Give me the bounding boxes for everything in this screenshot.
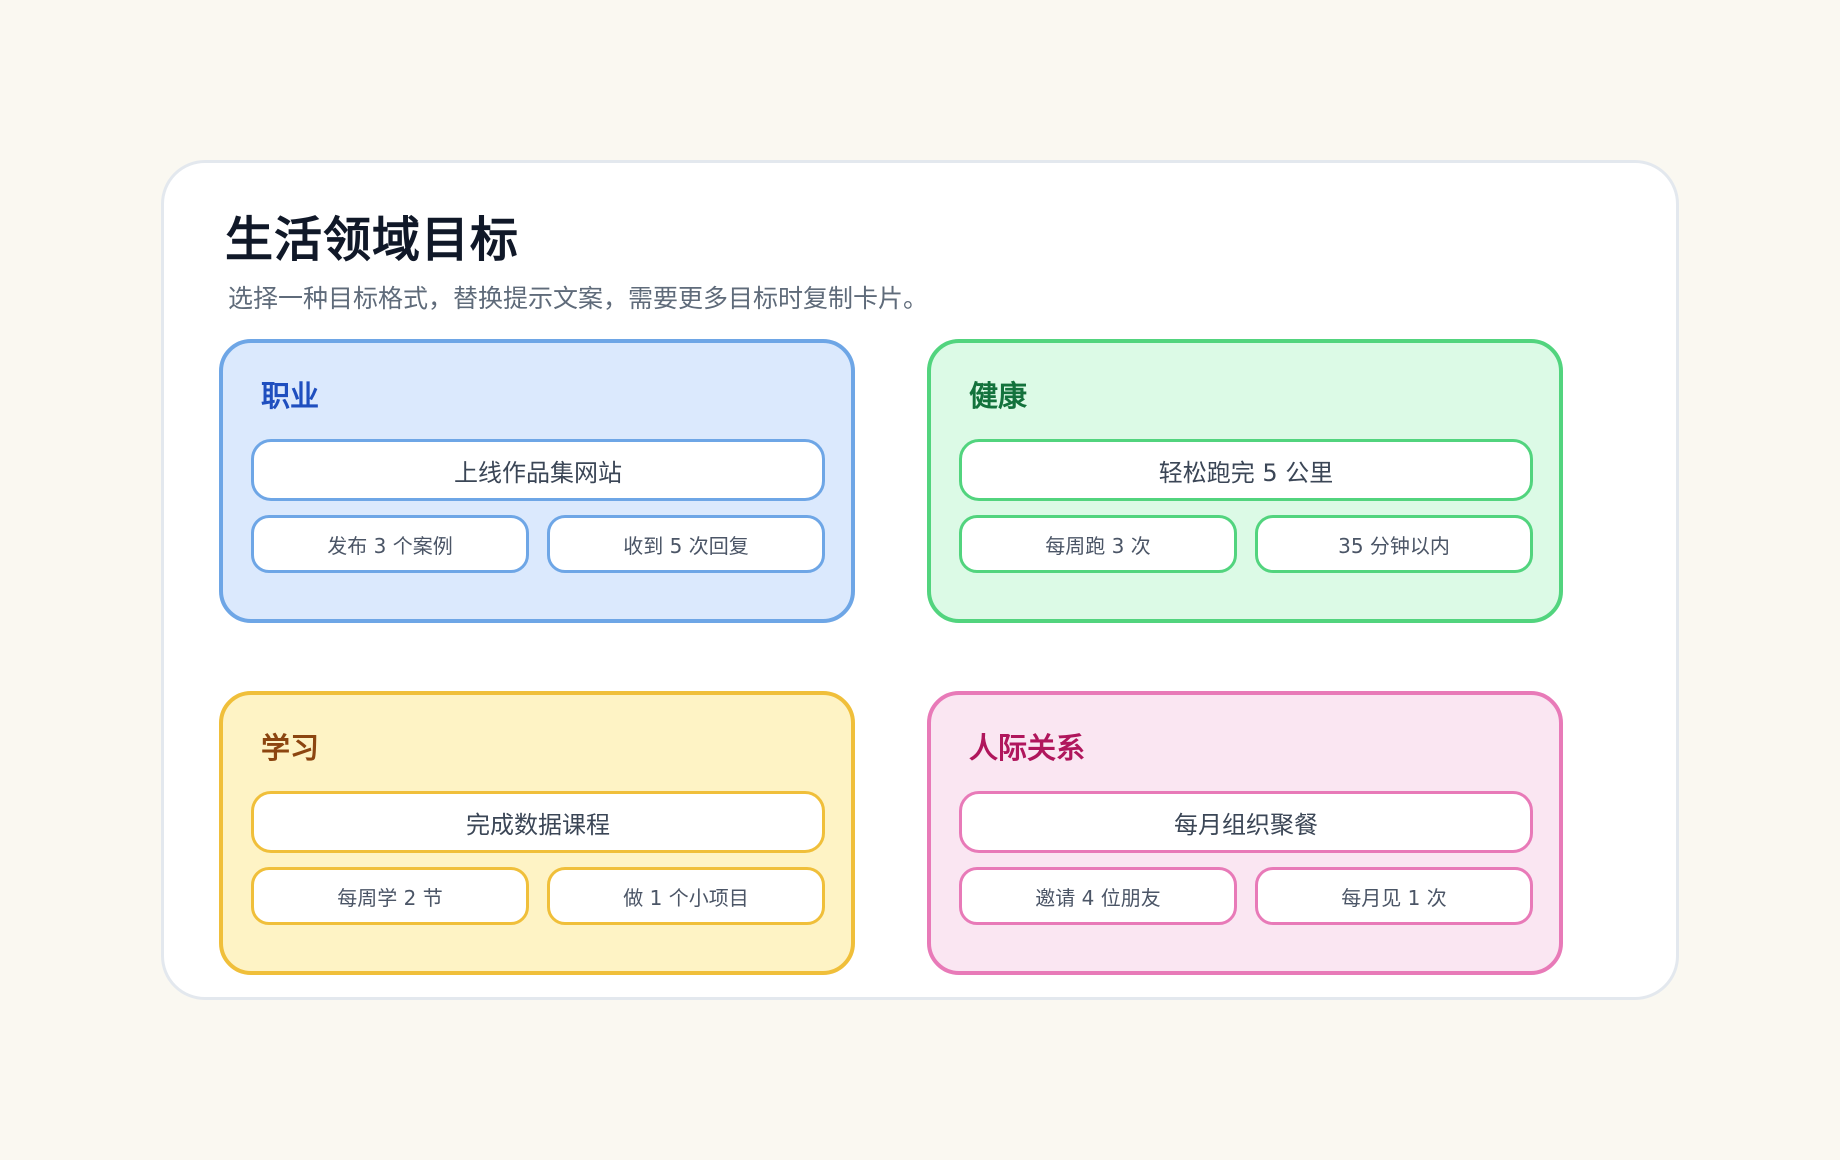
goal-pill[interactable]: 完成数据课程 [251,791,825,853]
sub-goal-pill[interactable]: 35 分钟以内 [1255,515,1533,573]
goal-pill[interactable]: 轻松跑完 5 公里 [959,439,1533,501]
page-subtitle: 选择一种目标格式，替换提示文案，需要更多目标时复制卡片。 [228,284,929,313]
sub-goal-pill[interactable]: 邀请 4 位朋友 [959,867,1237,925]
sub-goal-pill[interactable]: 发布 3 个案例 [251,515,529,573]
card-health[interactable]: 健康 轻松跑完 5 公里 每周跑 3 次 35 分钟以内 [927,339,1563,623]
card-label: 学习 [261,731,320,765]
card-learning[interactable]: 学习 完成数据课程 每周学 2 节 做 1 个小项目 [219,691,855,975]
card-label: 人际关系 [969,731,1086,765]
card-social[interactable]: 人际关系 每月组织聚餐 邀请 4 位朋友 每月见 1 次 [927,691,1563,975]
goal-pill[interactable]: 每月组织聚餐 [959,791,1533,853]
sub-goal-pill[interactable]: 每周学 2 节 [251,867,529,925]
sub-goal-pill[interactable]: 做 1 个小项目 [547,867,825,925]
sub-goal-pill[interactable]: 收到 5 次回复 [547,515,825,573]
sub-goal-pill[interactable]: 每月见 1 次 [1255,867,1533,925]
sub-goal-pill[interactable]: 每周跑 3 次 [959,515,1237,573]
card-label: 职业 [261,379,320,413]
card-label: 健康 [969,379,1028,413]
card-career[interactable]: 职业 上线作品集网站 发布 3 个案例 收到 5 次回复 [219,339,855,623]
goal-pill[interactable]: 上线作品集网站 [251,439,825,501]
page-title: 生活领域目标 [225,212,520,268]
